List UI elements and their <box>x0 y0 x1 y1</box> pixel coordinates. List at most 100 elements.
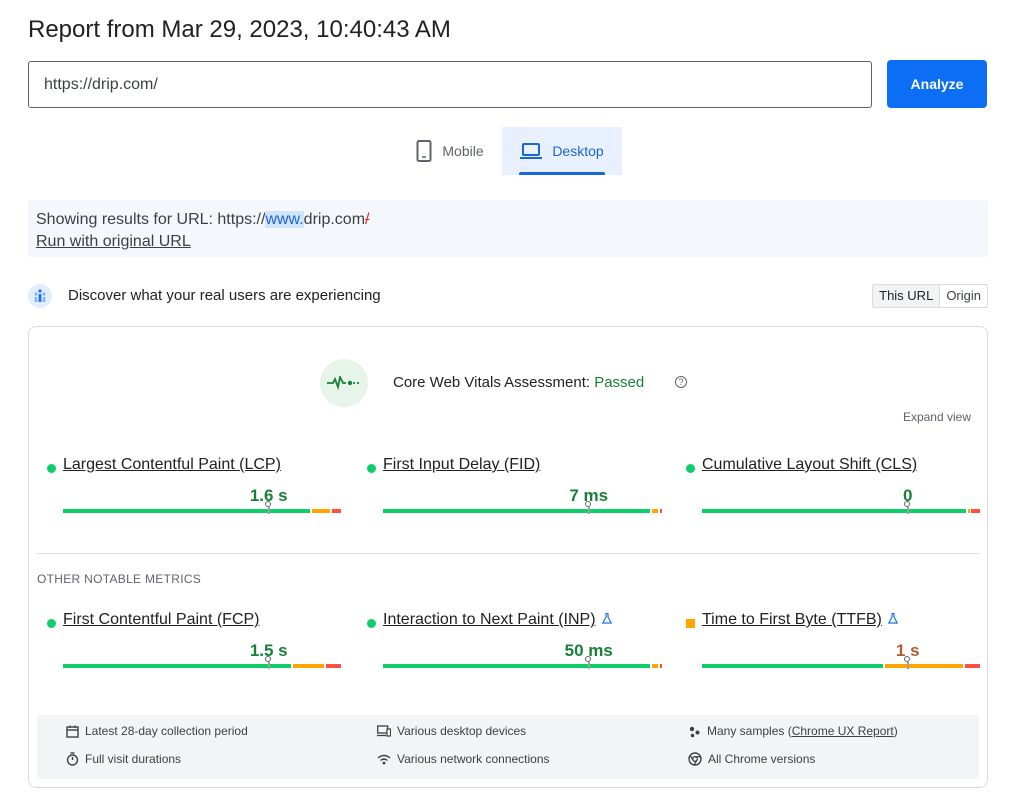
metric-name: Time to First Byte (TTFB) <box>702 611 882 628</box>
samples-item: Many samples (Chrome UX Report) <box>688 724 898 738</box>
collection-info-footer: Latest 28-day collection period Various … <box>37 715 979 779</box>
poor-segment <box>331 509 341 513</box>
p75-marker <box>584 656 591 669</box>
good-segment <box>383 664 650 668</box>
laptop-icon <box>520 143 543 159</box>
crux-section-header: Discover what your real users are experi… <box>28 283 988 309</box>
metric-name: First Contentful Paint (FCP) <box>63 611 260 628</box>
distribution-bar <box>383 501 663 514</box>
notice-domain: drip.com <box>303 211 366 228</box>
rating-indicator <box>686 464 695 473</box>
p75-marker <box>903 656 910 669</box>
url-redirect-notice: Showing results for URL: https://www.dri… <box>28 200 988 257</box>
toggle-origin[interactable]: Origin <box>940 285 987 307</box>
p75-marker <box>903 501 910 514</box>
devices-item: Various desktop devices <box>377 724 526 738</box>
tab-mobile[interactable]: Mobile <box>400 127 500 175</box>
calendar-icon <box>66 725 79 738</box>
network-text: Various network connections <box>397 752 550 766</box>
cwv-assessment-label: Core Web Vitals Assessment: <box>393 374 595 391</box>
chrome-versions-item: All Chrome versions <box>688 752 815 766</box>
collection-period-item: Latest 28-day collection period <box>66 724 248 738</box>
notice-strike: / <box>365 211 370 228</box>
samples-prefix: Many samples ( <box>707 724 792 738</box>
network-item: Various network connections <box>377 752 550 766</box>
notice-highlight: www. <box>265 211 304 228</box>
metric-label-first-input-delay[interactable]: First Input Delay (FID) <box>383 456 540 474</box>
tab-desktop-label: Desktop <box>552 143 604 159</box>
good-segment <box>383 509 650 513</box>
visit-durations-item: Full visit durations <box>66 752 181 766</box>
cwv-status: Passed <box>594 374 645 391</box>
visit-durations-text: Full visit durations <box>85 752 182 766</box>
distribution-bar <box>702 501 980 514</box>
metric-label-cumulative-layout-shift[interactable]: Cumulative Layout Shift (CLS) <box>702 456 917 474</box>
distribution-bar <box>702 656 980 669</box>
device-tabs: Mobile Desktop <box>0 127 1020 175</box>
cwv-pulse-icon <box>320 359 368 407</box>
metric-cumulative-layout-shift: Cumulative Layout Shift (CLS) 0 <box>686 456 981 536</box>
metrics-divider <box>37 553 979 554</box>
mobile-phone-icon <box>416 140 432 162</box>
cwv-assessment: Core Web Vitals Assessment: Passed <box>393 374 644 391</box>
desktop-devices-icon <box>377 725 391 737</box>
metric-first-contentful-paint: First Contentful Paint (FCP) 1.5 s <box>47 611 342 691</box>
p75-marker <box>264 656 271 669</box>
chrome-ux-report-link[interactable]: Chrome UX Report <box>792 724 894 738</box>
metric-label-first-contentful-paint[interactable]: First Contentful Paint (FCP) <box>63 611 260 629</box>
rating-indicator <box>367 619 376 628</box>
metric-largest-contentful-paint: Largest Contentful Paint (LCP) 1.6 s <box>47 456 342 536</box>
experimental-flask-icon <box>601 612 612 627</box>
crux-users-icon <box>28 284 52 308</box>
metric-label-largest-contentful-paint[interactable]: Largest Contentful Paint (LCP) <box>63 456 281 474</box>
tab-mobile-label: Mobile <box>442 143 484 159</box>
crux-section-title: Discover what your real users are experi… <box>68 287 381 304</box>
report-title: Report from Mar 29, 2023, 10:40:43 AM <box>28 16 451 43</box>
timer-icon <box>66 752 79 766</box>
distribution-bar <box>63 501 341 514</box>
tab-desktop[interactable]: Desktop <box>502 127 622 175</box>
metric-first-input-delay: First Input Delay (FID) 7 ms <box>367 456 663 536</box>
p75-marker <box>584 501 591 514</box>
distribution-bar <box>383 656 663 669</box>
rating-indicator <box>686 619 695 628</box>
field-data-panel: Core Web Vitals Assessment: Passed ? Exp… <box>28 326 988 788</box>
good-segment <box>702 664 883 668</box>
samples-suffix: ) <box>893 724 898 738</box>
rating-indicator <box>47 464 56 473</box>
redirect-url-line: Showing results for URL: https://www.dri… <box>36 209 980 231</box>
toggle-this-url[interactable]: This URL <box>873 285 941 307</box>
needs-improvement-segment <box>651 509 659 513</box>
good-segment <box>63 664 291 668</box>
p75-marker <box>264 501 271 514</box>
rating-indicator <box>367 464 376 473</box>
poor-segment <box>660 509 663 513</box>
poor-segment <box>660 664 663 668</box>
metric-name: Interaction to Next Paint (INP) <box>383 611 596 628</box>
needs-improvement-segment <box>884 664 964 668</box>
other-metrics-title: OTHER NOTABLE METRICS <box>37 572 202 586</box>
url-input[interactable] <box>28 61 872 108</box>
metric-name: First Input Delay (FID) <box>383 456 541 473</box>
notice-prefix: Showing results for URL: https:// <box>36 211 266 228</box>
metric-label-interaction-to-next-paint[interactable]: Interaction to Next Paint (INP) <box>383 611 612 629</box>
devices-text: Various desktop devices <box>397 724 527 738</box>
metric-name: Cumulative Layout Shift (CLS) <box>702 456 918 473</box>
good-segment <box>702 509 967 513</box>
chrome-versions-text: All Chrome versions <box>708 752 816 766</box>
rating-indicator <box>47 619 56 628</box>
metric-label-time-to-first-byte[interactable]: Time to First Byte (TTFB) <box>702 611 899 629</box>
samples-icon <box>689 726 700 737</box>
poor-segment <box>970 509 980 513</box>
run-original-url-link[interactable]: Run with original URL <box>36 233 191 250</box>
help-icon[interactable]: ? <box>675 376 687 388</box>
needs-improvement-segment <box>292 664 325 668</box>
needs-improvement-segment <box>651 664 659 668</box>
metric-time-to-first-byte: Time to First Byte (TTFB) 1 s <box>686 611 981 691</box>
metric-name: Largest Contentful Paint (LCP) <box>63 456 281 473</box>
analyze-button[interactable]: Analyze <box>887 60 987 108</box>
experimental-flask-icon <box>887 612 899 627</box>
wifi-icon <box>377 754 391 764</box>
expand-view-link[interactable]: Expand view <box>903 410 971 424</box>
metric-interaction-to-next-paint: Interaction to Next Paint (INP) 50 ms <box>367 611 663 691</box>
